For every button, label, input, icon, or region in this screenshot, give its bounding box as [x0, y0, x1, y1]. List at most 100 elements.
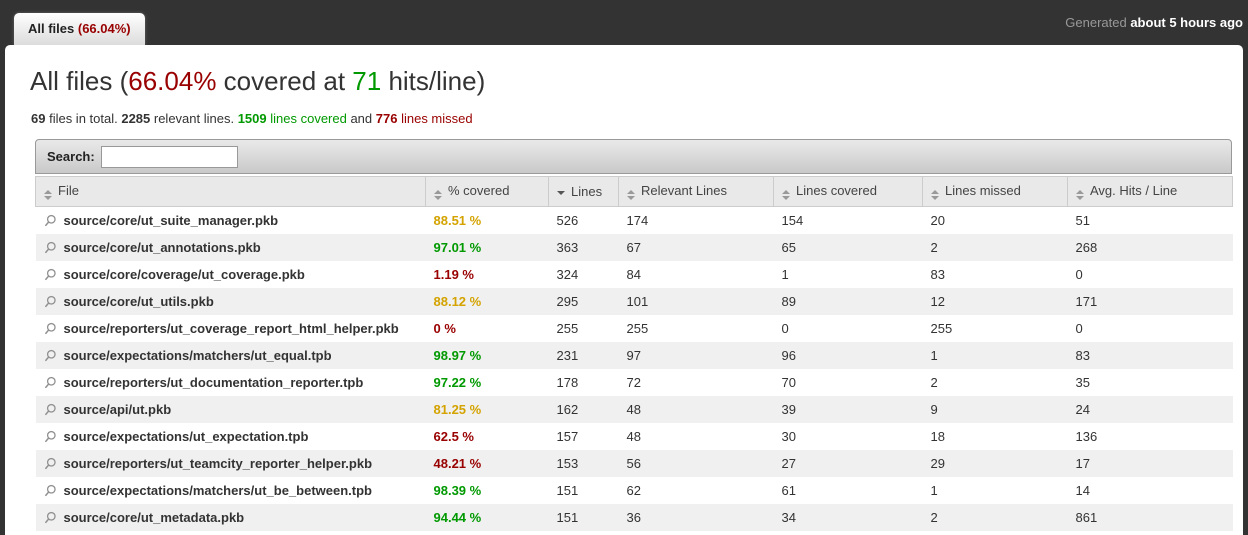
- table-row: source/reporters/ut_documentation_report…: [36, 369, 1233, 396]
- magnifier-icon: [44, 484, 57, 497]
- lines-cell: 157: [549, 423, 619, 450]
- sort-both-icon: [1076, 190, 1084, 200]
- percent-covered-value: 88.51 %: [434, 213, 482, 228]
- file-link[interactable]: source/core/ut_metadata.pkb: [64, 510, 245, 525]
- avg-hits-cell: 0: [1068, 261, 1233, 288]
- file-link[interactable]: source/api/ut.pkb: [64, 402, 172, 417]
- table-row: source/reporters/ut_coverage_report_html…: [36, 315, 1233, 342]
- column-header-label: Lines missed: [945, 183, 1021, 198]
- covered-lines-count: 1509: [238, 111, 267, 126]
- magnifier-icon: [44, 430, 57, 443]
- column-header-label: File: [58, 183, 79, 198]
- title-hits-per-line: 71: [352, 66, 381, 96]
- percent-covered-cell: 0 %: [426, 315, 549, 342]
- title-covered-percent: 66.04%: [128, 66, 216, 96]
- column-header-lines-missed[interactable]: Lines missed: [923, 177, 1068, 207]
- title-prefix: All files (: [30, 66, 128, 96]
- column-header-relevant-lines[interactable]: Relevant Lines: [619, 177, 774, 207]
- table-row: source/reporters/ut_teamcity_reporter_he…: [36, 450, 1233, 477]
- file-link[interactable]: source/core/ut_utils.pkb: [64, 294, 214, 309]
- coverage-report-page: { "topbar": { "tab_label": "All files ",…: [0, 0, 1248, 535]
- covered-lines-label: lines covered: [267, 111, 347, 126]
- relevant-lines-count: 2285: [121, 111, 150, 126]
- relevant-lines-cell: 174: [619, 207, 774, 235]
- relevant-lines-cell: 97: [619, 342, 774, 369]
- top-bar: All files (66.04%) Generated about 5 hou…: [0, 0, 1248, 45]
- column-header-label: Relevant Lines: [641, 183, 727, 198]
- lines-covered-cell: 61: [774, 477, 923, 504]
- relevant-lines-cell: 36: [619, 504, 774, 531]
- lines-missed-cell: 1: [923, 342, 1068, 369]
- lines-covered-cell: 89: [774, 288, 923, 315]
- summary-line: 69 files in total. 2285 relevant lines. …: [31, 111, 1243, 126]
- file-cell: source/core/ut_metadata.pkb: [36, 504, 426, 531]
- content-frame: All files (66.04% covered at 71 hits/lin…: [5, 45, 1243, 535]
- lines-missed-cell: 2: [923, 504, 1068, 531]
- magnifier-icon: [44, 268, 57, 281]
- percent-covered-cell: 88.12 %: [426, 288, 549, 315]
- magnifier-icon: [44, 322, 57, 335]
- avg-hits-cell: 24: [1068, 396, 1233, 423]
- column-header-avg-hits-line[interactable]: Avg. Hits / Line: [1068, 177, 1233, 207]
- percent-covered-value: 62.5 %: [434, 429, 474, 444]
- file-link[interactable]: source/core/coverage/ut_coverage.pkb: [64, 267, 305, 282]
- file-link[interactable]: source/reporters/ut_teamcity_reporter_he…: [64, 456, 373, 471]
- files-label: files in total.: [45, 111, 121, 126]
- generated-time: about 5 hours ago: [1130, 15, 1243, 30]
- file-cell: source/core/ut_suite_manager.pkb: [36, 207, 426, 235]
- percent-covered-cell: 62.5 %: [426, 423, 549, 450]
- lines-missed-cell: 18: [923, 423, 1068, 450]
- lines-covered-cell: 154: [774, 207, 923, 235]
- sort-both-icon: [44, 190, 52, 200]
- avg-hits-cell: 0: [1068, 315, 1233, 342]
- lines-missed-cell: 255: [923, 315, 1068, 342]
- percent-covered-cell: 98.97 %: [426, 342, 549, 369]
- title-middle: covered at: [216, 66, 352, 96]
- percent-covered-cell: 97.22 %: [426, 369, 549, 396]
- lines-missed-cell: 2: [923, 234, 1068, 261]
- table-row: source/expectations/matchers/ut_equal.tp…: [36, 342, 1233, 369]
- file-cell: source/core/ut_annotations.pkb: [36, 234, 426, 261]
- column-header-label: % covered: [448, 183, 509, 198]
- lines-missed-cell: 83: [923, 261, 1068, 288]
- file-link[interactable]: source/expectations/matchers/ut_be_betwe…: [64, 483, 372, 498]
- missed-lines-label: lines missed: [397, 111, 472, 126]
- file-cell: source/reporters/ut_coverage_report_html…: [36, 315, 426, 342]
- file-link[interactable]: source/expectations/matchers/ut_equal.tp…: [64, 348, 332, 363]
- file-cell: source/api/ut.pkb: [36, 396, 426, 423]
- magnifier-icon: [44, 403, 57, 416]
- search-input[interactable]: [101, 146, 238, 168]
- column-header-lines[interactable]: Lines: [549, 177, 619, 207]
- table-row: source/expectations/ut_expectation.tpb 62…: [36, 423, 1233, 450]
- relevant-lines-cell: 48: [619, 396, 774, 423]
- column-header-label: Avg. Hits / Line: [1090, 183, 1177, 198]
- avg-hits-cell: 35: [1068, 369, 1233, 396]
- lines-missed-cell: 29: [923, 450, 1068, 477]
- sort-both-icon: [782, 190, 790, 200]
- sort-both-icon: [627, 190, 635, 200]
- column-header-file[interactable]: File: [36, 177, 426, 207]
- percent-covered-value: 48.21 %: [434, 456, 482, 471]
- lines-cell: 153: [549, 450, 619, 477]
- column-header-percent-covered[interactable]: % covered: [426, 177, 549, 207]
- sort-desc-icon: [557, 191, 565, 195]
- file-link[interactable]: source/reporters/ut_coverage_report_html…: [64, 321, 399, 336]
- file-link[interactable]: source/core/ut_suite_manager.pkb: [64, 213, 279, 228]
- sort-both-icon: [931, 190, 939, 200]
- lines-covered-cell: 0: [774, 315, 923, 342]
- relevant-lines-cell: 72: [619, 369, 774, 396]
- relevant-lines-cell: 101: [619, 288, 774, 315]
- lines-covered-cell: 70: [774, 369, 923, 396]
- table-row: source/core/coverage/ut_coverage.pkb1.19…: [36, 261, 1233, 288]
- percent-covered-cell: 81.25 %: [426, 396, 549, 423]
- file-link[interactable]: source/core/ut_annotations.pkb: [64, 240, 261, 255]
- column-header-lines-covered[interactable]: Lines covered: [774, 177, 923, 207]
- file-link[interactable]: source/reporters/ut_documentation_report…: [64, 375, 364, 390]
- percent-covered-value: 81.25 %: [434, 402, 482, 417]
- tab-all-files[interactable]: All files (66.04%): [14, 13, 145, 45]
- file-link[interactable]: source/expectations/ut_expectation.tpb: [64, 429, 309, 444]
- lines-cell: 231: [549, 342, 619, 369]
- avg-hits-cell: 83: [1068, 342, 1233, 369]
- percent-covered-value: 97.01 %: [434, 240, 482, 255]
- percent-covered-cell: 98.39 %: [426, 477, 549, 504]
